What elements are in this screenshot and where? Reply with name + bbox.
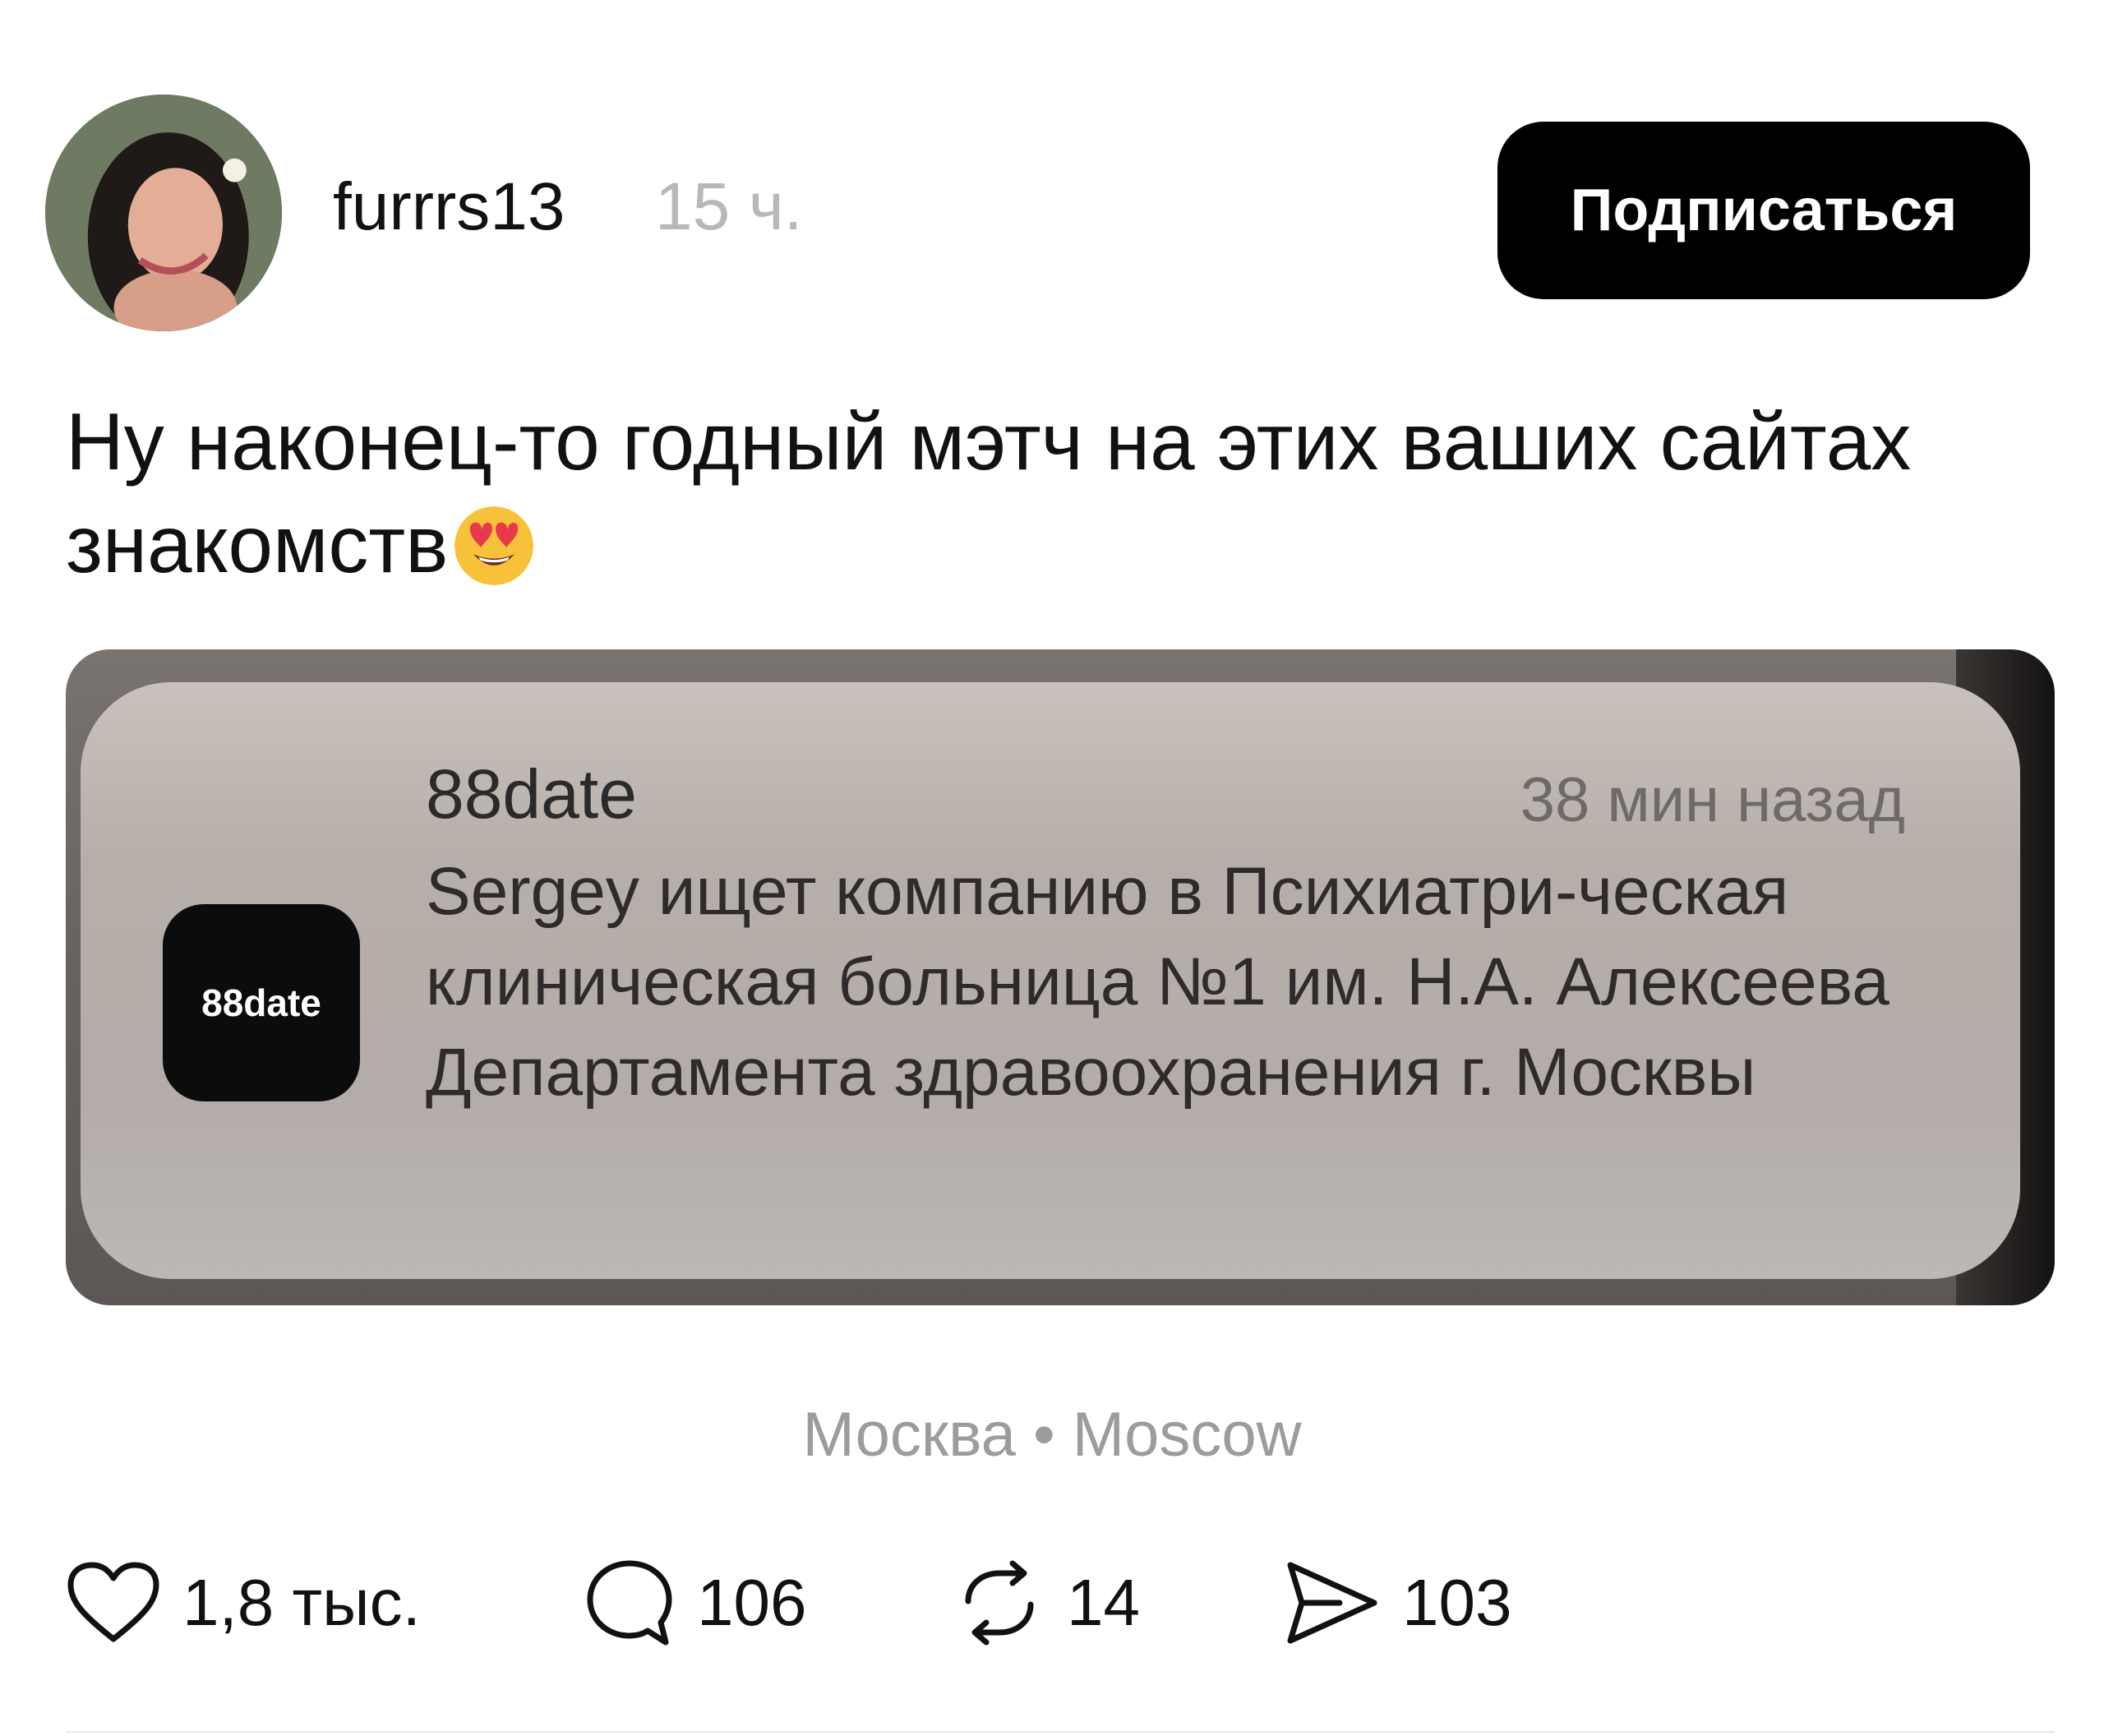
notification-app-name: 88date — [426, 755, 637, 833]
author-username[interactable]: furrrs13 — [333, 169, 565, 246]
post-location[interactable]: Москва • Moscow — [0, 1399, 2104, 1471]
follow-button[interactable]: Подписаться — [1497, 122, 2030, 299]
author-avatar[interactable] — [45, 95, 282, 331]
heart-eyes-emoji — [451, 503, 537, 612]
post-text: Ну наконец-то годный мэтч на этих ваших … — [66, 396, 1912, 589]
repost-count: 14 — [1067, 1566, 1140, 1639]
app-icon: 88date — [163, 904, 360, 1101]
repost-icon — [953, 1557, 1045, 1649]
like-button[interactable]: 1,8 тыс. — [66, 1554, 421, 1652]
post-time: 15 ч. — [655, 169, 803, 244]
heart-icon — [66, 1560, 161, 1646]
send-icon — [1282, 1557, 1381, 1649]
repost-button[interactable]: 14 — [953, 1554, 1140, 1652]
share-count: 103 — [1402, 1566, 1512, 1639]
notification-body: Sergey ищет компанию в Психиатри-ческая … — [426, 854, 1889, 1110]
notification-time: 38 мин назад — [1520, 765, 1905, 835]
comment-button[interactable]: 106 — [584, 1554, 806, 1652]
avatar-image — [45, 95, 282, 331]
notification-card: 88date 88date 38 мин назад Sergey ищет к… — [81, 682, 2020, 1279]
like-count: 1,8 тыс. — [182, 1566, 421, 1639]
post-text-block: Ну наконец-то годный мэтч на этих ваших … — [66, 390, 1956, 612]
post-image[interactable]: 88date 88date 38 мин назад Sergey ищет к… — [66, 649, 2055, 1305]
action-bar: 1,8 тыс. 106 14 103 — [66, 1554, 1956, 1652]
share-button[interactable]: 103 — [1282, 1554, 1511, 1652]
comment-count: 106 — [697, 1566, 807, 1639]
divider — [66, 1731, 2055, 1733]
comment-icon — [584, 1557, 676, 1649]
